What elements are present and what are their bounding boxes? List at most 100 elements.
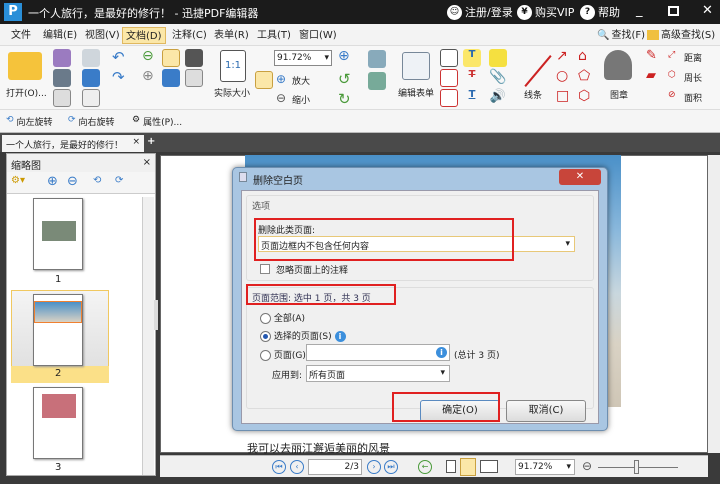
arrow-icon[interactable]: ↗: [556, 48, 568, 64]
save-icon[interactable]: [53, 49, 71, 67]
email-icon[interactable]: [82, 49, 100, 67]
redo-icon[interactable]: ↷: [112, 68, 125, 86]
minimize-button[interactable]: _: [636, 3, 643, 18]
zoom-in-icon[interactable]: ⊕: [276, 72, 286, 86]
shrink-thumb-icon[interactable]: ⊖: [67, 174, 78, 189]
polygon-icon[interactable]: ⬠: [578, 68, 590, 84]
zoom-out-small-icon[interactable]: ⊖: [582, 459, 592, 473]
thumbnail-scrollbar[interactable]: [142, 197, 154, 475]
rotate-thumb-left-icon[interactable]: ⟲: [93, 175, 101, 186]
vertical-scrollbar[interactable]: [708, 155, 720, 453]
register-button[interactable]: ☺ 注册/登录: [447, 4, 513, 20]
maximize-button[interactable]: [668, 6, 679, 16]
two-page-icon[interactable]: [480, 460, 498, 473]
zoom-out-button[interactable]: 缩小: [292, 93, 310, 106]
status-zoom-select[interactable]: 91.72% ▾: [515, 459, 575, 475]
prev-page-button[interactable]: ‹: [290, 460, 304, 474]
info-icon[interactable]: i: [436, 347, 447, 358]
crop-icon[interactable]: [368, 50, 386, 68]
menu-comment[interactable]: 注释(C): [169, 27, 210, 44]
close-tab-icon[interactable]: ×: [132, 137, 140, 147]
radio-button[interactable]: [260, 331, 271, 342]
strikeout-icon[interactable]: T: [463, 69, 481, 87]
advanced-find-button[interactable]: 高级查找(S): [644, 27, 718, 44]
note-icon[interactable]: [489, 49, 507, 67]
settings-gear-icon[interactable]: ⚙▾: [11, 175, 25, 186]
menu-window[interactable]: 窗口(W): [296, 27, 340, 44]
line-tool-icon[interactable]: [524, 55, 552, 87]
next-page-button[interactable]: ›: [367, 460, 381, 474]
menu-view[interactable]: 视图(V): [82, 27, 123, 44]
area-button[interactable]: 面积: [684, 91, 702, 104]
perimeter-button[interactable]: 周长: [684, 71, 702, 84]
scan-icon[interactable]: [82, 69, 100, 87]
rotate-right-button[interactable]: ⟳ 向右旋转: [68, 115, 115, 128]
radio-all[interactable]: 全部(A): [260, 311, 305, 324]
menu-edit[interactable]: 编辑(E): [40, 27, 80, 44]
help-button[interactable]: ? 帮助: [580, 4, 620, 20]
first-page-button[interactable]: ⏮: [272, 460, 286, 474]
callout-icon[interactable]: [440, 89, 458, 107]
pencil-icon[interactable]: ✎: [646, 48, 657, 63]
eraser-icon[interactable]: ▰: [646, 68, 656, 83]
highlight-text-icon[interactable]: T: [463, 49, 481, 67]
single-page-icon[interactable]: [446, 460, 456, 473]
new-tab-icon[interactable]: +: [147, 136, 155, 147]
thumbnail-page-3[interactable]: [33, 387, 83, 459]
cloud-icon[interactable]: ⬡: [578, 88, 590, 104]
find-button[interactable]: 🔍 查找(F): [594, 27, 648, 44]
properties-button[interactable]: ⚙ 属性(P)...: [132, 115, 182, 128]
close-button[interactable]: ✕: [702, 3, 713, 18]
text-box-icon[interactable]: [440, 69, 458, 87]
ignore-annotations-checkbox[interactable]: [260, 264, 270, 274]
rotate-left-button[interactable]: ⟲ 向左旋转: [6, 115, 53, 128]
dialog-close-button[interactable]: ✕: [559, 169, 601, 185]
enlarge-thumb-icon[interactable]: ⊕: [47, 174, 58, 189]
info-icon[interactable]: i: [334, 331, 346, 342]
buy-vip-button[interactable]: ¥ 购买VIP: [517, 4, 574, 20]
zoom-slider-thumb[interactable]: [634, 460, 639, 474]
underline-icon[interactable]: T: [463, 89, 481, 107]
print-icon[interactable]: [53, 69, 71, 87]
rotate-cw-icon[interactable]: ↻: [338, 90, 351, 108]
cancel-button[interactable]: 取消(C): [506, 400, 586, 422]
zoom-tool-icon[interactable]: ⊕: [338, 48, 350, 64]
rotate-thumb-right-icon[interactable]: ⟳: [115, 175, 123, 186]
snapshot-icon[interactable]: [185, 49, 203, 67]
forward-icon[interactable]: ⊕: [142, 68, 154, 84]
go-back-button[interactable]: ←: [418, 460, 432, 474]
rectangle-icon[interactable]: □: [556, 88, 569, 104]
close-panel-icon[interactable]: ×: [143, 157, 151, 168]
ellipse-icon[interactable]: ○: [556, 68, 568, 84]
radio-button[interactable]: [260, 350, 271, 361]
stamp-icon[interactable]: [604, 50, 632, 80]
lines-button[interactable]: 线条: [524, 88, 542, 101]
zoom-out-icon[interactable]: ⊖: [276, 91, 286, 105]
actual-size-button[interactable]: 实际大小: [214, 86, 250, 99]
hand-tool-icon[interactable]: [162, 49, 180, 67]
fit-page-icon[interactable]: [255, 71, 273, 89]
select-text-icon[interactable]: [162, 69, 180, 87]
back-icon[interactable]: ⊖: [142, 48, 154, 64]
pages-input[interactable]: i: [306, 344, 450, 361]
undo-icon[interactable]: ↶: [112, 48, 125, 66]
radio-selected[interactable]: 选择的页面(S) i: [260, 329, 346, 342]
thumbnail-page-2[interactable]: [33, 294, 83, 366]
open-folder-icon[interactable]: [8, 52, 42, 80]
attachment-icon[interactable]: 📎: [489, 69, 507, 87]
apply-to-select[interactable]: 所有页面 ▾: [306, 365, 450, 382]
menu-tools[interactable]: 工具(T): [254, 27, 294, 44]
open-button[interactable]: 打开(O)...: [6, 86, 47, 99]
edit-form-button[interactable]: 编辑表单: [398, 86, 434, 99]
continuous-page-icon[interactable]: [460, 458, 476, 476]
last-page-button[interactable]: ⏭: [384, 460, 398, 474]
polyline-icon[interactable]: ⌂: [578, 48, 587, 64]
radio-pages[interactable]: 页面(G): [260, 348, 306, 361]
text-field-icon[interactable]: [440, 49, 458, 67]
panel-splitter[interactable]: [154, 300, 158, 330]
insert-image-icon[interactable]: [368, 72, 386, 90]
document-tab[interactable]: 一个人旅行，是最好的修行！ ×: [2, 135, 144, 152]
rotate-ccw-icon[interactable]: ↺: [338, 70, 351, 88]
sound-icon[interactable]: 🔊: [489, 89, 507, 107]
thumbnail-page-1[interactable]: [33, 198, 83, 270]
